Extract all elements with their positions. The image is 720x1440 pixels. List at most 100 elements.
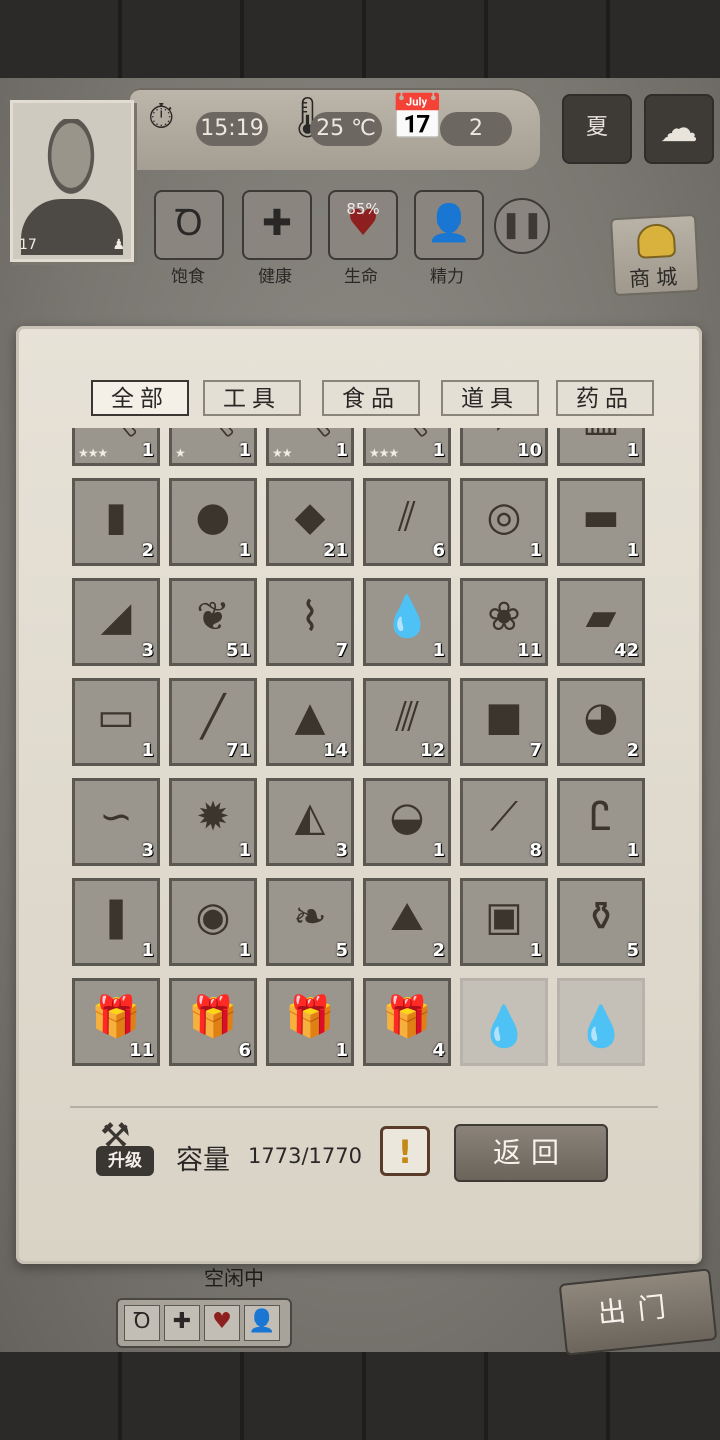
inventory-slot[interactable]: ❀ 11 (460, 578, 548, 666)
item-count: 1 (141, 740, 154, 761)
inventory-slot[interactable]: 💧 1 (363, 578, 451, 666)
bottle-icon: ⚱ (584, 894, 618, 940)
inventory-slot[interactable]: ∽ 3 (72, 778, 160, 866)
inventory-slot[interactable]: 🎁 6 (169, 978, 257, 1066)
inventory-slot[interactable]: ⛏ ★★★ 1 (363, 428, 451, 466)
nail-icon: ╱ (200, 694, 226, 740)
weather-button[interactable]: ☁ (644, 94, 714, 164)
character-portrait[interactable]: 17 ♟ (10, 100, 134, 262)
item-count: 6 (432, 540, 445, 561)
inventory-slot[interactable]: ╱ 71 (169, 678, 257, 766)
inventory-slot[interactable]: ◢ 3 (72, 578, 160, 666)
inventory-slot[interactable]: ◎ 1 (460, 478, 548, 566)
capacity-warning-button[interactable]: ! (380, 1126, 430, 1176)
character-mini-stats: Ꝺ ✚ ♥ 👤 (116, 1298, 292, 1348)
inventory-slot[interactable]: ■ 7 (460, 678, 548, 766)
bark-icon: ❚ (99, 894, 133, 940)
tab-props[interactable]: 道具 (441, 380, 539, 416)
tab-medicine[interactable]: 药品 (556, 380, 654, 416)
pickaxe-icon: ⛏ (366, 428, 448, 437)
inventory-slot[interactable]: ❚ 1 (72, 878, 160, 966)
quality-stars: ★★ (272, 446, 292, 460)
inventory-slot[interactable]: ➶ 10 (460, 428, 548, 466)
season-button[interactable]: 夏 (562, 94, 632, 164)
empty-slot-icon: 💧 (576, 1004, 626, 1050)
inventory-slot[interactable]: ▣ 1 (460, 878, 548, 966)
pause-icon: ❚❚ (500, 210, 544, 240)
inventory-slot[interactable]: ⟋ 8 (460, 778, 548, 866)
item-count: 11 (516, 640, 542, 661)
inventory-slot[interactable]: ▮ 2 (72, 478, 160, 566)
item-count: 10 (516, 440, 542, 461)
item-count: 71 (225, 740, 251, 761)
inventory-slot[interactable]: ▭ 1 (72, 678, 160, 766)
item-count: 2 (432, 940, 445, 961)
inventory-scroll-area[interactable]: ⛏★★★1⛏★1⛏★★1⛏★★★1➶10▥1▮2●1◆21⫽6◎1▬1◢3❦51… (72, 428, 656, 1080)
inventory-slot[interactable]: ▲ 14 (266, 678, 354, 766)
inventory-slot[interactable]: ⫽ 6 (363, 478, 451, 566)
energy-label: 精力 (430, 267, 464, 287)
top-wood-frame (0, 0, 720, 78)
armor-icon: ▥ (560, 428, 642, 437)
inventory-slot[interactable]: ▬ 1 (557, 478, 645, 566)
inventory-slot[interactable]: 🎁 4 (363, 978, 451, 1066)
item-count: 1 (529, 540, 542, 561)
inventory-slot[interactable]: Ꮭ1 (557, 778, 645, 866)
inventory-slot[interactable]: ◭ 3 (266, 778, 354, 866)
stomach-icon: Ꝺ (175, 203, 203, 244)
tab-all[interactable]: 全部 (91, 380, 189, 416)
sticks-icon: ⫻ (395, 694, 419, 740)
capacity-label: 容量 (176, 1145, 230, 1176)
inventory-slot[interactable]: ⫻ 12 (363, 678, 451, 766)
inventory-slot[interactable]: ◒ 1 (363, 778, 451, 866)
energy-button[interactable]: 👤 (414, 190, 484, 260)
item-count: 12 (419, 740, 445, 761)
inventory-slot[interactable]: ◉ 1 (169, 878, 257, 966)
shell-icon (636, 222, 677, 259)
mini-cross-icon: ✚ (164, 1305, 200, 1341)
tab-food[interactable]: 食品 (322, 380, 420, 416)
item-count: 1 (626, 440, 639, 461)
satiety-button[interactable]: Ꝺ (154, 190, 224, 260)
inventory-slot[interactable]: ◆ 21 (266, 478, 354, 566)
inventory-slot[interactable]: ● 1 (169, 478, 257, 566)
back-button[interactable]: 返回 (454, 1124, 608, 1182)
inventory-slot[interactable]: ⌇ 7 (266, 578, 354, 666)
inventory-grid: ⛏★★★1⛏★1⛏★★1⛏★★★1➶10▥1▮2●1◆21⫽6◎1▬1◢3❦51… (72, 428, 645, 1066)
inventory-slot[interactable]: ⚱ 5 (557, 878, 645, 966)
item-count: 3 (141, 640, 154, 661)
tab-tools[interactable]: 工具 (203, 380, 301, 416)
inventory-slot[interactable]: ▥1 (557, 428, 645, 466)
inventory-slot[interactable]: ✹ 1 (169, 778, 257, 866)
item-count: 1 (335, 440, 348, 461)
pause-button[interactable]: ❚❚ (494, 198, 550, 254)
thunder-cloud-icon: ☁ (660, 106, 698, 150)
shrimp-icon: ❧ (293, 894, 327, 940)
item-count: 3 (335, 840, 348, 861)
inventory-slot[interactable]: 🎁 1 (266, 978, 354, 1066)
tab-medicine-label: 药品 (576, 386, 634, 412)
shop-label: 商城 (628, 264, 684, 292)
mini-person-icon: 👤 (244, 1305, 280, 1341)
shop-button[interactable]: 商城 (610, 213, 700, 297)
thorns-icon: ⟋ (490, 794, 518, 840)
inventory-slot[interactable]: ⛏ ★★ 1 (266, 428, 354, 466)
life-button[interactable]: ♥ 85% (328, 190, 398, 260)
inventory-slot[interactable]: ❦ 51 (169, 578, 257, 666)
inventory-slot[interactable]: ⛰ 2 (363, 878, 451, 966)
inventory-slot[interactable]: ⛏ ★★★ 1 (72, 428, 160, 466)
logs-icon: ▮ (104, 494, 127, 540)
inventory-slot[interactable]: ▰ 42 (557, 578, 645, 666)
life-label: 生命 (344, 267, 378, 287)
item-count: 4 (432, 1040, 445, 1061)
item-count: 7 (529, 740, 542, 761)
inventory-slot[interactable]: 🎁 11 (72, 978, 160, 1066)
cross-icon: ✚ (261, 203, 293, 244)
upgrade-button[interactable]: ⚒ 升级 (90, 1116, 160, 1188)
inventory-slot[interactable]: ⛏ ★ 1 (169, 428, 257, 466)
health-button[interactable]: ✚ (242, 190, 312, 260)
item-count: 1 (141, 440, 154, 461)
bamboo-icon: ⫽ (398, 494, 416, 540)
inventory-slot[interactable]: ❧ 5 (266, 878, 354, 966)
inventory-slot[interactable]: ◕ 2 (557, 678, 645, 766)
